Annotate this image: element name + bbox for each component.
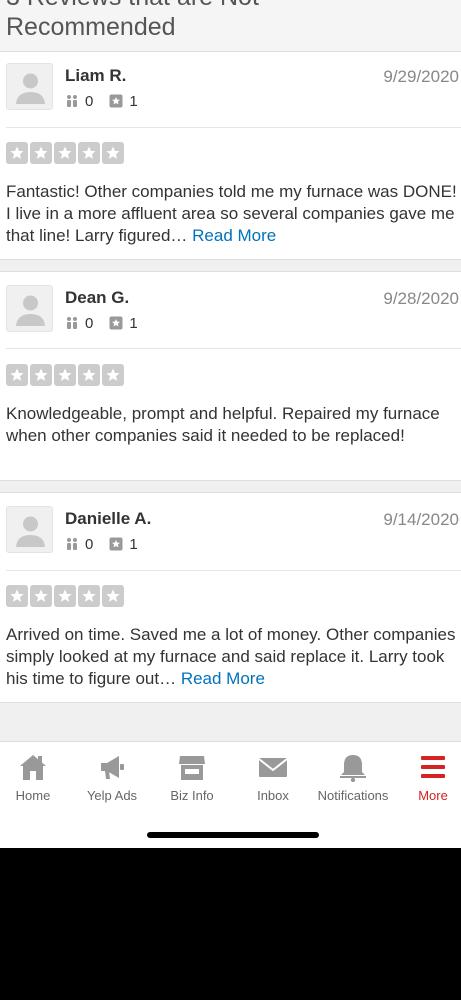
letterbox-area [0, 848, 461, 1000]
review-date: 9/14/2020 [383, 510, 459, 529]
read-more-link[interactable]: Read More [192, 226, 276, 245]
star-icon [78, 585, 100, 607]
review-separator [0, 480, 461, 493]
review-count-icon [109, 94, 123, 108]
star-icon [102, 364, 124, 386]
hamburger-icon [421, 756, 445, 778]
star-icon [54, 364, 76, 386]
user-placeholder-icon [16, 73, 45, 104]
review-card: Dean G. 9/28/2020 0 1 Knowledgeable, pro… [0, 273, 461, 480]
stat-photos: 1 [109, 314, 138, 332]
home-indicator[interactable] [147, 832, 319, 838]
divider [6, 127, 461, 128]
review-count-icon [109, 537, 123, 551]
envelope-icon [258, 758, 288, 777]
star-icon [6, 142, 28, 164]
read-more-link[interactable]: Read More [181, 669, 265, 688]
star-icon [102, 142, 124, 164]
tab-biz-info[interactable]: Biz Info [152, 742, 232, 812]
star-icon [102, 585, 124, 607]
review-separator [0, 702, 461, 741]
review-separator [0, 259, 461, 272]
section-header: 3 Reviews that are Not Recommended [0, 0, 461, 52]
useful-count: 0 [85, 92, 94, 110]
reviewer-name[interactable]: Danielle A. [65, 509, 151, 529]
bell-icon [340, 755, 366, 782]
star-icon [6, 364, 28, 386]
star-icon [78, 142, 100, 164]
user-placeholder-icon [16, 516, 45, 547]
stat-photos: 1 [109, 535, 138, 553]
megaphone-icon [101, 756, 124, 779]
avatar[interactable] [6, 506, 53, 553]
review-count-icon [109, 316, 123, 330]
tab-more[interactable]: More [393, 742, 461, 812]
friends-icon [67, 538, 77, 550]
star-icon [78, 364, 100, 386]
useful-count: 0 [85, 535, 94, 553]
star-icon [30, 142, 52, 164]
review-text: Fantastic! Other companies told me my fu… [6, 181, 458, 247]
review-card: Liam R. 9/29/2020 0 1 Fantastic! Other c… [0, 53, 461, 259]
photo-count: 1 [129, 535, 138, 553]
friends-icon [67, 317, 77, 329]
tab-label: More [418, 788, 448, 803]
star-icon [30, 585, 52, 607]
screen: 3 Reviews that are Not Recommended Liam … [0, 0, 461, 848]
review-date: 9/28/2020 [383, 289, 459, 308]
divider [6, 348, 461, 349]
star-icon [54, 142, 76, 164]
review-text: Arrived on time. Saved me a lot of money… [6, 624, 458, 690]
avatar[interactable] [6, 63, 53, 110]
star-icon [54, 585, 76, 607]
useful-count: 0 [85, 314, 94, 332]
review-text: Knowledgeable, prompt and helpful. Repai… [6, 403, 458, 447]
star-rating [6, 142, 126, 164]
section-title-partial: 3 Reviews that are Not [6, 0, 259, 12]
review-body: Knowledgeable, prompt and helpful. Repai… [6, 404, 440, 445]
tab-yelp-ads[interactable]: Yelp Ads [72, 742, 152, 812]
stat-useful: 0 [65, 536, 93, 553]
reviewer-stats: 0 1 [65, 92, 154, 110]
user-placeholder-icon [16, 295, 45, 326]
star-icon [30, 364, 52, 386]
stat-useful: 0 [65, 93, 93, 110]
reviewer-stats: 0 1 [65, 314, 154, 332]
star-icon [6, 585, 28, 607]
reviewer-name[interactable]: Liam R. [65, 66, 126, 86]
storefront-icon [179, 756, 205, 780]
star-rating [6, 585, 126, 607]
divider [6, 570, 461, 571]
stat-useful: 0 [65, 315, 93, 332]
photo-count: 1 [129, 92, 138, 110]
section-title: Recommended [6, 13, 176, 41]
review-date: 9/29/2020 [383, 67, 459, 86]
home-icon [20, 755, 46, 780]
friends-icon [67, 95, 77, 107]
star-rating [6, 364, 126, 386]
avatar[interactable] [6, 285, 53, 332]
bottom-tab-bar: Home Yelp Ads Biz Info Inbox Notificatio… [0, 741, 461, 848]
stat-photos: 1 [109, 92, 138, 110]
tab-notifications[interactable]: Notifications [313, 742, 393, 812]
reviewer-stats: 0 1 [65, 535, 154, 553]
photo-count: 1 [129, 314, 138, 332]
reviewer-name[interactable]: Dean G. [65, 288, 129, 308]
review-card: Danielle A. 9/14/2020 0 1 Arrived on tim… [0, 494, 461, 702]
tab-inbox[interactable]: Inbox [233, 742, 313, 812]
